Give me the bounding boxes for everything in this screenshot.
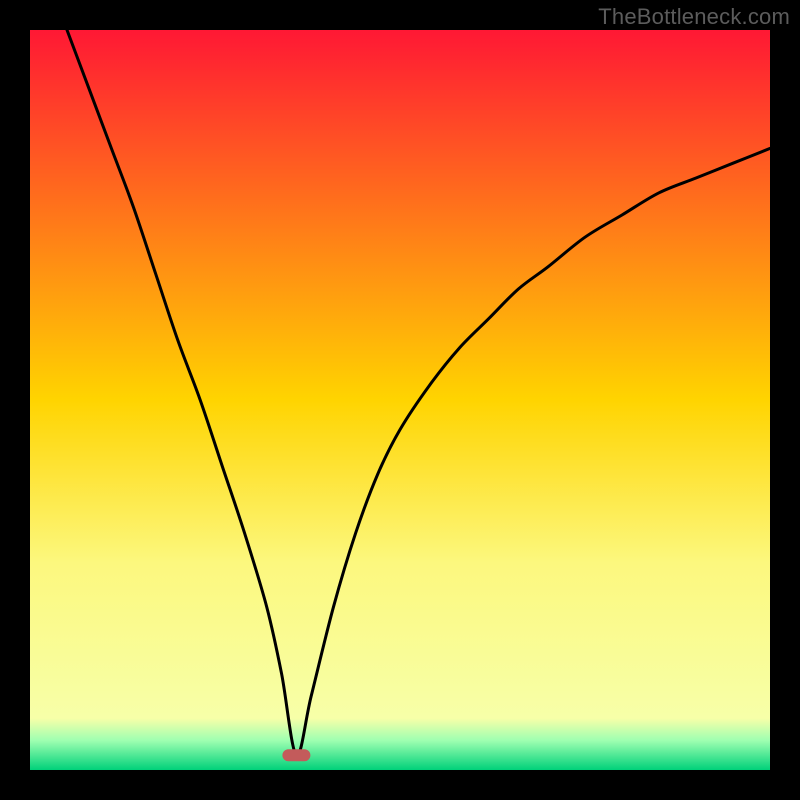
gradient-background [30,30,770,770]
chart-frame: TheBottleneck.com [0,0,800,800]
chart-svg [30,30,770,770]
watermark-text: TheBottleneck.com [598,4,790,30]
optimum-marker [282,749,310,761]
plot-area [30,30,770,770]
